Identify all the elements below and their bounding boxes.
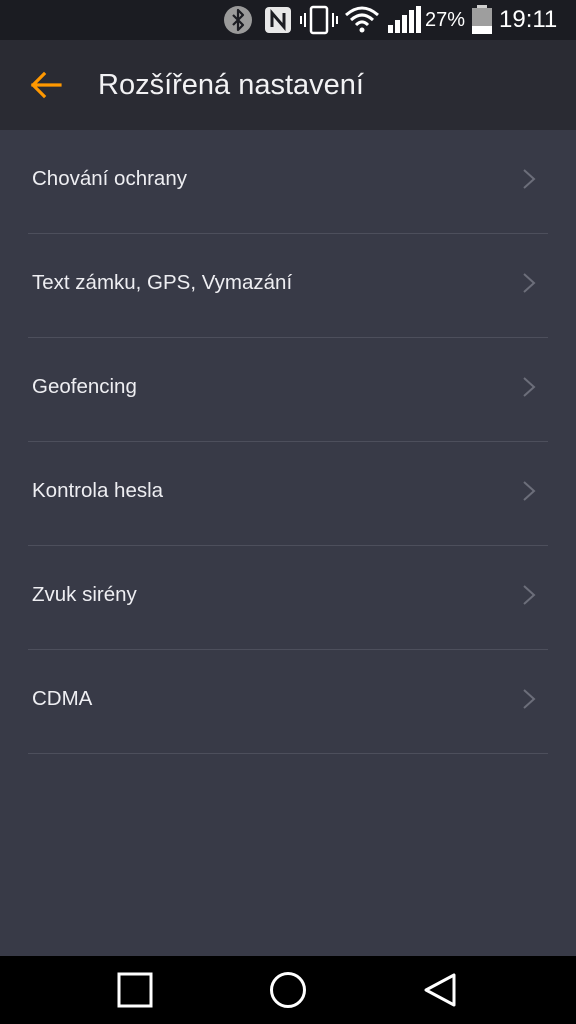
chevron-right-icon [523, 481, 536, 501]
app-bar: Rozšířená nastavení [0, 40, 576, 130]
back-nav-button[interactable] [410, 966, 470, 1014]
list-item-geofencing[interactable]: Geofencing [28, 338, 548, 442]
list-item-label: Chování ochrany [32, 167, 187, 190]
chevron-right-icon [523, 689, 536, 709]
list-item-label: CDMA [32, 687, 93, 710]
battery-icon [472, 5, 492, 34]
list-item-label: Kontrola hesla [32, 479, 164, 502]
wifi-icon [345, 6, 379, 33]
recents-square-icon [117, 972, 153, 1008]
chevron-right-icon [523, 377, 536, 397]
settings-list: Chování ochrany Text zámku, GPS, Vymazán… [0, 130, 576, 754]
nav-bar [0, 956, 576, 1024]
nfc-icon [265, 7, 291, 33]
clock: 19:11 [499, 6, 558, 33]
list-item-chovani-ochrany[interactable]: Chování ochrany [28, 130, 548, 234]
recents-button[interactable] [105, 966, 165, 1014]
list-item-label: Zvuk sirény [32, 583, 137, 606]
list-item-kontrola-hesla[interactable]: Kontrola hesla [28, 442, 548, 546]
back-button[interactable] [18, 60, 74, 110]
list-item-zvuk-sireny[interactable]: Zvuk sirény [28, 546, 548, 650]
screen: 27% 19:11 Rozšířená nastavení Chování oc… [0, 0, 576, 1024]
status-bar: 27% 19:11 [0, 0, 576, 40]
chevron-right-icon [523, 169, 536, 189]
vibrate-icon [300, 5, 338, 35]
home-circle-icon [270, 972, 306, 1008]
signal-icon [388, 6, 421, 33]
bluetooth-icon [224, 6, 252, 34]
home-button[interactable] [258, 966, 318, 1014]
chevron-right-icon [523, 585, 536, 605]
back-triangle-icon [424, 973, 456, 1007]
list-item-label: Geofencing [32, 375, 137, 398]
arrow-back-icon [30, 71, 62, 99]
list-item-label: Text zámku, GPS, Vymazání [32, 271, 293, 294]
chevron-right-icon [523, 273, 536, 293]
list-item-cdma[interactable]: CDMA [28, 650, 548, 754]
list-item-text-zamku[interactable]: Text zámku, GPS, Vymazání [28, 234, 548, 338]
battery-percent: 27% [425, 9, 466, 31]
page-title: Rozšířená nastavení [98, 69, 364, 101]
